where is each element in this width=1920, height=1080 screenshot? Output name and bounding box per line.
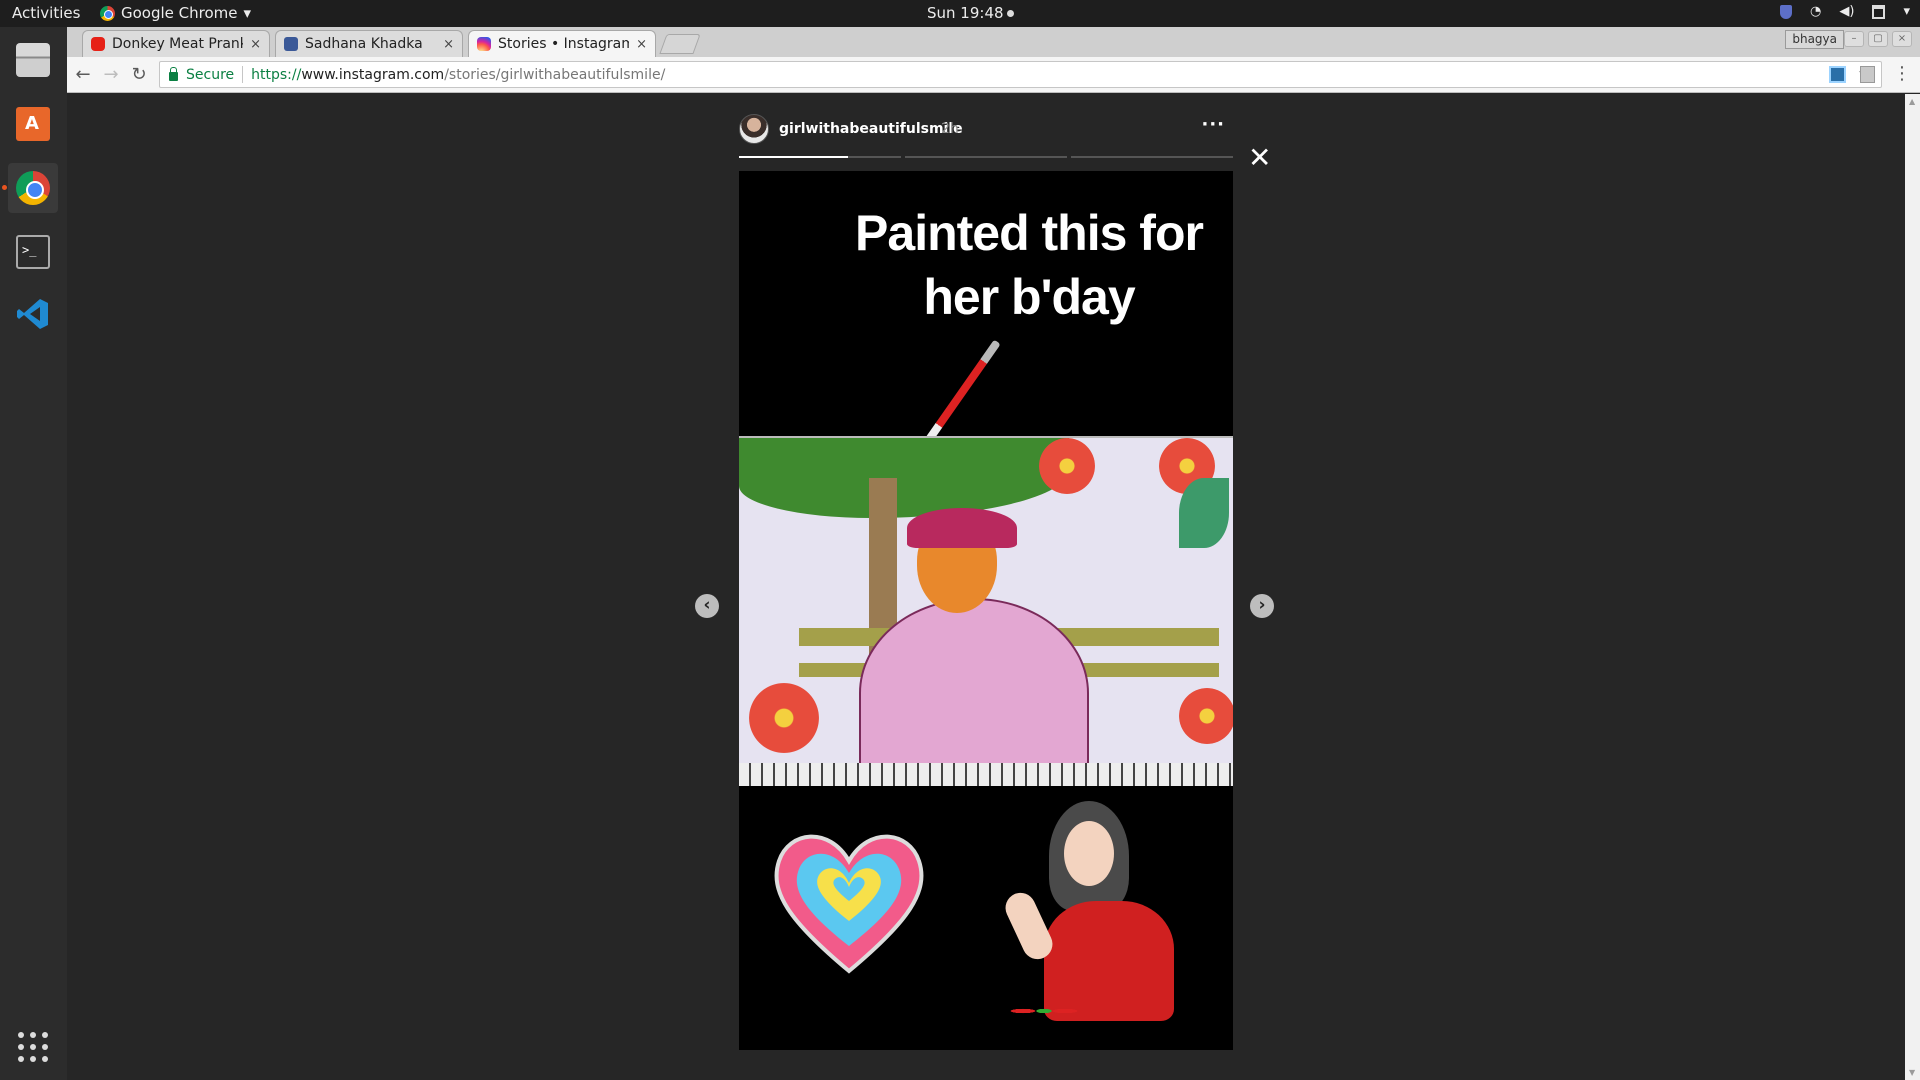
app-menu[interactable]: Google Chrome ▾ <box>100 4 251 22</box>
tree-foliage <box>739 438 1069 518</box>
close-window-button[interactable]: × <box>1892 31 1912 47</box>
forward-button[interactable]: → <box>99 63 123 87</box>
painted-flower <box>749 683 819 753</box>
avatar[interactable] <box>739 114 769 144</box>
dock-vscode[interactable] <box>8 289 58 339</box>
browser-window: Donkey Meat Prank × Sadhana Khadka × Sto… <box>67 27 1920 1080</box>
painting-photo <box>739 436 1233 786</box>
back-button[interactable]: ← <box>71 63 95 87</box>
app-grid-icon[interactable] <box>18 1032 48 1062</box>
painted-leaf <box>1179 478 1229 548</box>
url-path: /stories/girlwithabeautifulsmile/ <box>444 66 666 83</box>
files-icon <box>16 43 50 77</box>
next-story-button[interactable]: › <box>1250 594 1274 618</box>
volume-icon[interactable]: ◀) <box>1839 4 1854 19</box>
instagram-icon <box>477 37 491 51</box>
maximize-button[interactable]: ▢ <box>1868 31 1888 47</box>
extension-icon[interactable] <box>1829 66 1846 83</box>
dock-ubuntu-software[interactable] <box>8 99 58 149</box>
url-scheme: https:// <box>251 66 302 83</box>
story-viewer: girlwithabeautifulsmile 2h ··· Painted t… <box>739 94 1233 1080</box>
ubuntu-software-icon <box>16 107 50 141</box>
painted-flower <box>1039 438 1095 494</box>
tab-title: Donkey Meat Prank <box>112 36 244 52</box>
facebook-icon <box>284 37 298 51</box>
app-menu-label: Google Chrome <box>121 4 238 22</box>
painter-girl-sticker <box>1000 801 1209 1031</box>
more-options-icon[interactable]: ··· <box>1201 114 1225 135</box>
dock: >_ <box>0 27 67 1080</box>
scroll-up-icon[interactable]: ▲ <box>1909 97 1915 106</box>
painted-flower <box>1179 688 1233 744</box>
system-tray[interactable]: ◔ ◀) ▾ <box>1780 4 1910 19</box>
caption-line: her b'day <box>923 269 1135 325</box>
dock-terminal[interactable]: >_ <box>8 227 58 277</box>
heart-sticker <box>774 834 924 974</box>
caption-line: Painted this for <box>855 205 1204 261</box>
tab-sadhana-khadka[interactable]: Sadhana Khadka × <box>275 30 463 57</box>
chrome-menu-icon[interactable]: ⋮ <box>1893 63 1911 84</box>
close-tab-icon[interactable]: × <box>250 37 261 52</box>
story-media[interactable]: Painted this for her b'day <box>739 171 1233 1050</box>
progress-fill <box>739 156 848 158</box>
story-caption: Painted this for her b'day <box>839 201 1219 329</box>
story-timestamp: 2h <box>941 121 959 137</box>
reload-button[interactable]: ↻ <box>127 63 151 87</box>
tab-title: Sadhana Khadka <box>305 36 423 52</box>
chrome-icon <box>100 5 115 21</box>
chevron-down-icon: ▾ <box>243 4 252 22</box>
clock-label: Sun 19:48 <box>927 4 1004 22</box>
terminal-icon: >_ <box>16 235 50 269</box>
story-username[interactable]: girlwithabeautifulsmile <box>779 121 963 137</box>
paint-dabs <box>1009 1001 1079 1021</box>
sticker-face <box>1064 821 1114 886</box>
vpn-shield-icon[interactable] <box>1780 4 1793 19</box>
wifi-icon[interactable]: ◔ <box>1810 4 1821 19</box>
profile-button[interactable]: bhagya <box>1785 30 1844 49</box>
progress-segment <box>1071 156 1233 158</box>
close-story-icon[interactable]: ✕ <box>1248 144 1271 172</box>
system-menu-chevron-icon[interactable]: ▾ <box>1903 4 1910 19</box>
scrollbar[interactable]: ▲ ▼ <box>1905 94 1920 1080</box>
scroll-down-icon[interactable]: ▼ <box>1909 1068 1915 1077</box>
running-indicator <box>2 185 7 190</box>
page-viewport: girlwithabeautifulsmile 2h ··· Painted t… <box>67 94 1905 1080</box>
url-host: www.instagram.com <box>301 66 445 83</box>
tab-title: Stories • Instagram <box>498 36 630 52</box>
progress-segment <box>905 156 1067 158</box>
clock[interactable]: Sun 19:48 <box>927 4 1014 22</box>
paintbrush-sticker <box>925 339 1001 443</box>
tab-strip: Donkey Meat Prank × Sadhana Khadka × Sto… <box>67 27 1920 57</box>
painting-border <box>739 763 1233 786</box>
close-tab-icon[interactable]: × <box>443 37 454 52</box>
notification-dot-icon <box>1006 10 1014 17</box>
new-tab-button[interactable] <box>659 34 701 54</box>
close-tab-icon[interactable]: × <box>636 37 647 52</box>
tab-donkey-meat-prank[interactable]: Donkey Meat Prank × <box>82 30 270 57</box>
progress-segment <box>739 156 901 158</box>
story-header: girlwithabeautifulsmile 2h ··· <box>739 114 1233 144</box>
address-bar[interactable]: Secure https://www.instagram.com/stories… <box>159 61 1882 88</box>
painted-figure <box>859 598 1089 786</box>
dock-files[interactable] <box>8 35 58 85</box>
chrome-icon <box>16 171 50 205</box>
lock-icon[interactable] <box>169 67 178 81</box>
tab-stories-instagram[interactable]: Stories • Instagram × <box>468 30 656 57</box>
extension-icon[interactable] <box>1860 66 1875 83</box>
story-progress-bar <box>739 156 1233 158</box>
youtube-icon <box>91 37 105 51</box>
secure-label[interactable]: Secure <box>186 67 234 83</box>
previous-story-button[interactable]: ‹ <box>695 594 719 618</box>
activities-button[interactable]: Activities <box>12 4 80 22</box>
system-top-bar: Activities Google Chrome ▾ Sun 19:48 ◔ ◀… <box>0 0 1920 27</box>
browser-toolbar: ← → ↻ Secure https://www.instagram.com/s… <box>67 57 1920 93</box>
dock-chrome[interactable] <box>2 163 58 213</box>
divider <box>242 66 244 83</box>
painted-cap <box>907 508 1017 548</box>
vscode-icon <box>16 297 50 331</box>
battery-icon[interactable] <box>1872 4 1886 19</box>
minimize-button[interactable]: – <box>1844 31 1864 47</box>
